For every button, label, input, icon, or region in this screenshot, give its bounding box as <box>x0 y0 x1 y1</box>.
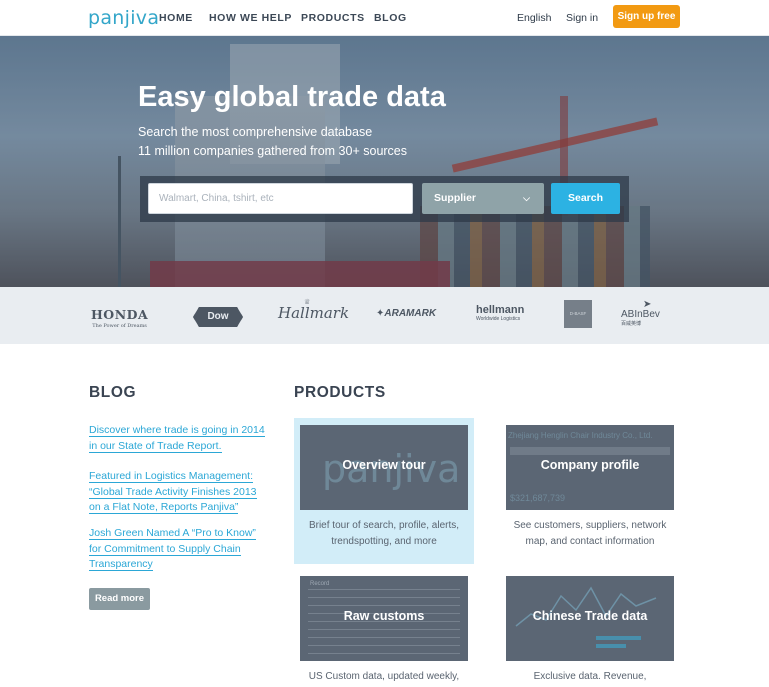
blog-title: BLOG <box>89 384 137 401</box>
read-more-button[interactable]: Read more <box>89 588 150 610</box>
hero-title: Easy global trade data <box>138 81 446 113</box>
search-bar: Walmart, China, tshirt, etc Supplier ⌵ S… <box>140 176 629 222</box>
hero-banner: Easy global trade data Search the most c… <box>0 36 769 287</box>
product-card-desc: Exclusive data. Revenue, <box>533 671 647 682</box>
hero-subtitle-2: 11 million companies gathered from 30+ s… <box>138 144 408 158</box>
products-title: PRODUCTS <box>294 384 386 401</box>
hero-subtitle-1: Search the most comprehensive database <box>138 125 373 139</box>
product-card-title: Company profile <box>540 458 640 472</box>
product-card-desc: US Custom data, updated weekly, <box>308 671 460 682</box>
customer-logo-strip: HONDA The Power of Dreams Dow ♕ Hallmark… <box>0 287 769 344</box>
blog-post-link[interactable]: Discover where trade is going in 2014 in… <box>89 423 271 454</box>
nav-home[interactable]: HOME <box>159 12 193 24</box>
language-selector[interactable]: English <box>517 12 551 24</box>
hallmark-logo: ♕ Hallmark <box>278 298 350 322</box>
product-card-title: Overview tour <box>342 458 426 472</box>
signup-button[interactable]: Sign up free <box>613 5 680 28</box>
chinese-trade-thumbnail[interactable]: Chinese Trade data <box>506 576 674 661</box>
honda-logo: HONDA The Power of Dreams <box>91 307 149 329</box>
top-nav: panjiva HOME HOW WE HELP PRODUCTS BLOG E… <box>0 0 769 36</box>
overview-tour-thumbnail[interactable]: panjiva Overview tour <box>300 425 468 510</box>
nav-how-we-help[interactable]: HOW WE HELP <box>209 12 292 24</box>
chevron-down-icon: ⌵ <box>523 193 530 203</box>
aramark-logo: ✦ARAMARK <box>376 308 437 319</box>
product-card-title: Raw customs <box>343 609 425 623</box>
search-type-value: Supplier <box>434 192 477 204</box>
nav-products[interactable]: PRODUCTS <box>301 12 365 24</box>
product-card-desc: See customers, suppliers, network map, a… <box>513 520 667 547</box>
abinbev-logo: ABInBev 百威英博 <box>621 309 660 327</box>
hellmann-logo: hellmann Worldwide Logistics <box>476 304 525 322</box>
blog-post-link[interactable]: Featured in Logistics Management: “Globa… <box>89 469 267 516</box>
nav-blog[interactable]: BLOG <box>374 12 407 24</box>
panjiva-logo[interactable]: panjiva <box>88 7 159 29</box>
raw-customs-thumbnail[interactable]: Record Raw customs <box>300 576 468 661</box>
search-input[interactable]: Walmart, China, tshirt, etc <box>148 183 413 214</box>
blog-post-link[interactable]: Josh Green Named A “Pro to Know” for Com… <box>89 526 269 573</box>
product-card-desc: Brief tour of search, profile, alerts, t… <box>308 520 460 547</box>
search-type-select[interactable]: Supplier ⌵ <box>422 183 544 214</box>
basf-logo: D-BASF <box>564 300 592 328</box>
dow-logo: Dow <box>193 307 243 327</box>
search-button[interactable]: Search <box>551 183 620 214</box>
product-card-title: Chinese Trade data <box>532 609 648 623</box>
signin-link[interactable]: Sign in <box>566 12 598 24</box>
company-profile-thumbnail[interactable]: Zhejiang Henglin Chair Industry Co., Ltd… <box>506 425 674 510</box>
